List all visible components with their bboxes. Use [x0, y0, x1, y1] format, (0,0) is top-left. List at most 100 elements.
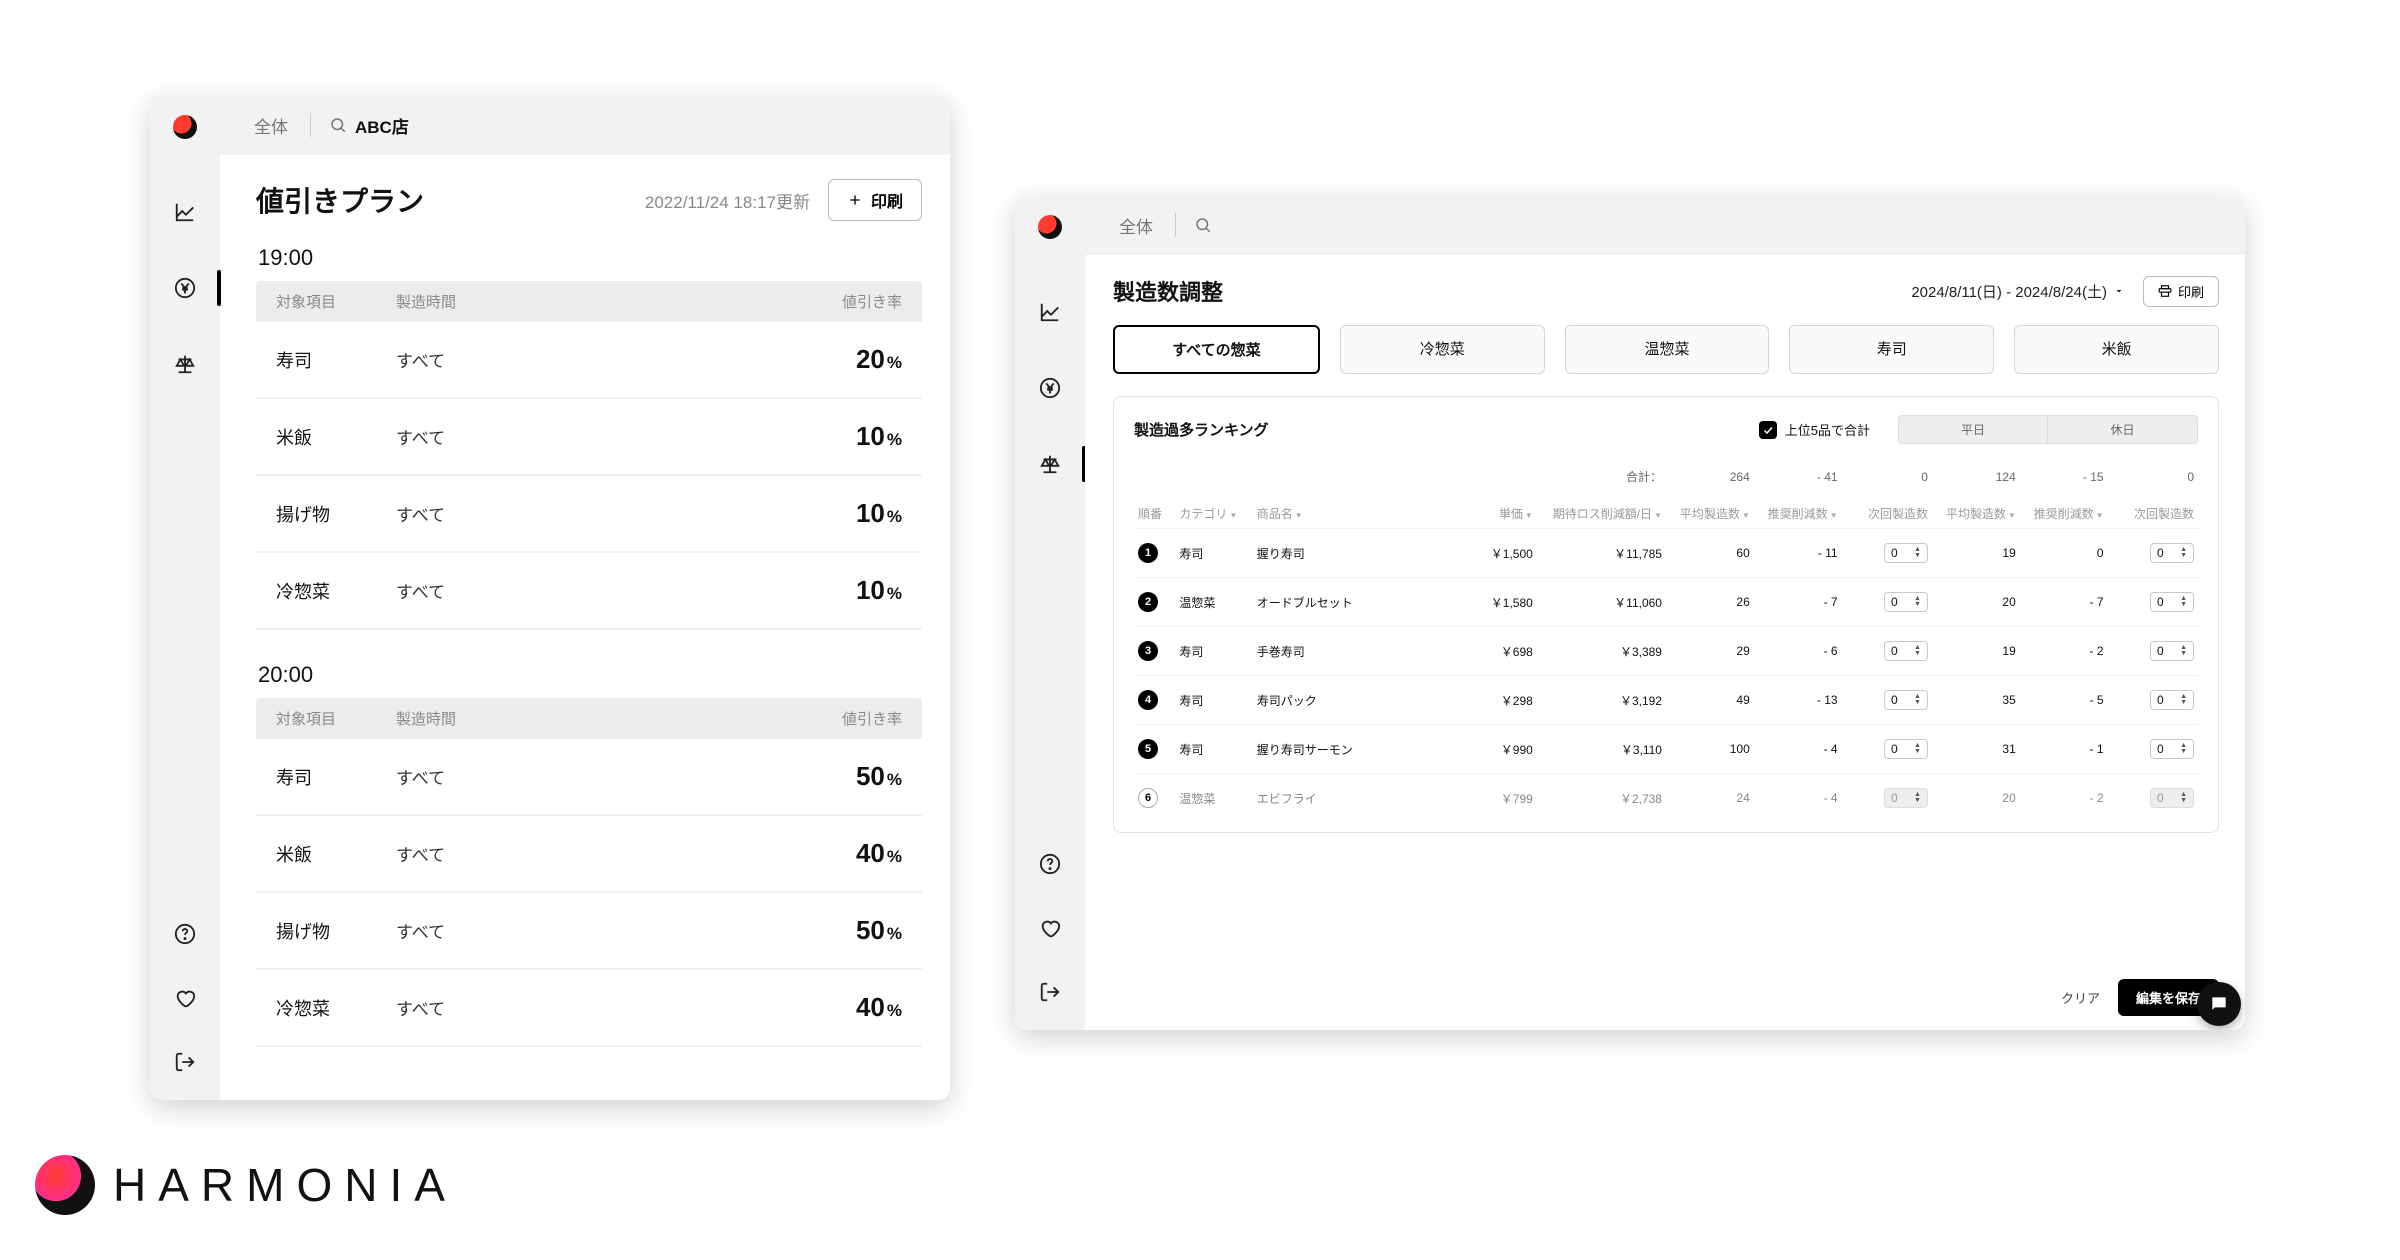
card-title: 製造過多ランキング — [1134, 419, 1269, 440]
cell-avg2: 20 — [1932, 774, 2020, 823]
discount-row[interactable]: 冷惣菜すべて40% — [256, 970, 922, 1047]
nav-yen[interactable] — [150, 270, 220, 306]
cell-rank: 5 — [1134, 725, 1175, 774]
discount-row[interactable]: 寿司すべて20% — [256, 322, 922, 399]
nav-favorite[interactable] — [1039, 910, 1061, 946]
col-name[interactable]: 商品名▼ — [1253, 499, 1447, 529]
cell-avg2: 19 — [1932, 627, 2020, 676]
col-next2[interactable]: 次回製造数 — [2108, 499, 2198, 529]
search-icon[interactable] — [1194, 216, 1212, 234]
cell-name: 握り寿司サーモン — [1253, 725, 1447, 774]
sum-e: - 15 — [2020, 454, 2108, 499]
cell-category: 温惣菜 — [1175, 578, 1252, 627]
cell-next2[interactable]: 0▲▼ — [2108, 578, 2198, 627]
col-category[interactable]: カテゴリ▼ — [1175, 499, 1252, 529]
cell-price: ￥990 — [1446, 725, 1536, 774]
tab-2[interactable]: 温惣菜 — [1565, 325, 1770, 374]
cell-name: 手巻寿司 — [1253, 627, 1447, 676]
chat-fab[interactable] — [2197, 982, 2241, 1026]
nav-balance[interactable] — [150, 346, 220, 382]
main-area: 全体 製造数調整 2024/8/11(日) - 2024/8/24(土) 印刷 … — [1085, 195, 2245, 1030]
tab-1[interactable]: 冷惣菜 — [1340, 325, 1545, 374]
content: 値引きプラン 2022/11/24 18:17更新 印刷 19:00対象項目製造… — [220, 155, 950, 1100]
col-next1[interactable]: 次回製造数 — [1842, 499, 1932, 529]
nav-yen[interactable] — [1015, 370, 1085, 406]
nav-logout[interactable] — [174, 1044, 196, 1080]
cell-next1[interactable]: 0▲▼ — [1842, 529, 1932, 578]
cell-next2[interactable]: 0▲▼ — [2108, 529, 2198, 578]
cell-next2[interactable]: 0▲▼ — [2108, 725, 2198, 774]
cell-avg1: 60 — [1666, 529, 1754, 578]
cell-category: 寿司 — [1175, 676, 1252, 725]
cell-next2[interactable]: 0▲▼ — [2108, 676, 2198, 725]
sum-c: 0 — [1842, 454, 1932, 499]
sum-d: 124 — [1932, 454, 2020, 499]
discount-row[interactable]: 冷惣菜すべて10% — [256, 553, 922, 630]
print-button[interactable]: 印刷 — [2143, 276, 2219, 307]
discount-row[interactable]: 米飯すべて10% — [256, 399, 922, 476]
discount-row[interactable]: 揚げ物すべて50% — [256, 893, 922, 970]
col-loss[interactable]: 期待ロス削減額/日▼ — [1537, 499, 1666, 529]
item-rate: 10% — [792, 498, 902, 529]
balance-scale-icon — [174, 353, 196, 375]
search-icon[interactable] — [329, 116, 347, 134]
app-logo-icon — [173, 115, 197, 139]
tab-4[interactable]: 米飯 — [2014, 325, 2219, 374]
date-range-picker[interactable]: 2024/8/11(日) - 2024/8/24(土) — [1911, 281, 2125, 302]
nav-analytics[interactable] — [1015, 294, 1085, 330]
cell-next1[interactable]: 0▲▼ — [1842, 627, 1932, 676]
col-avg2[interactable]: 平均製造数▼ — [1932, 499, 2020, 529]
nav-analytics[interactable] — [150, 194, 220, 230]
time-label: 19:00 — [258, 245, 922, 271]
breadcrumb-all[interactable]: 全体 — [1119, 213, 1153, 238]
brand-logo: HARMONIA — [35, 1155, 457, 1215]
cell-loss: ￥3,110 — [1537, 725, 1666, 774]
seg-weekday[interactable]: 平日 — [1898, 415, 2048, 444]
cell-next1[interactable]: 0▲▼ — [1842, 725, 1932, 774]
sum-f: 0 — [2108, 454, 2198, 499]
seg-holiday[interactable]: 休日 — [2048, 415, 2198, 444]
cell-next2[interactable]: 0▲▼ — [2108, 774, 2198, 823]
clear-button[interactable]: クリア — [2061, 988, 2100, 1007]
plus-icon — [847, 192, 863, 208]
tab-3[interactable]: 寿司 — [1789, 325, 1994, 374]
print-button[interactable]: 印刷 — [828, 179, 922, 221]
discount-row[interactable]: 寿司すべて50% — [256, 739, 922, 816]
tab-0[interactable]: すべての惣菜 — [1113, 325, 1320, 374]
breadcrumb-all[interactable]: 全体 — [254, 113, 288, 138]
col-rank[interactable]: 順番 — [1134, 499, 1175, 529]
nav-balance[interactable] — [1015, 446, 1085, 482]
discount-row[interactable]: 米飯すべて40% — [256, 816, 922, 893]
top5-checkbox[interactable] — [1759, 421, 1777, 439]
col-rec1[interactable]: 推奨削減数▼ — [1754, 499, 1842, 529]
cell-price: ￥298 — [1446, 676, 1536, 725]
cell-next2[interactable]: 0▲▼ — [2108, 627, 2198, 676]
nav-logout[interactable] — [1039, 974, 1061, 1010]
cell-next1[interactable]: 0▲▼ — [1842, 774, 1932, 823]
item-time: すべて — [396, 764, 792, 789]
cell-avg1: 100 — [1666, 725, 1754, 774]
col-avg1[interactable]: 平均製造数▼ — [1666, 499, 1754, 529]
time-label: 20:00 — [258, 662, 922, 688]
item-time: すべて — [396, 424, 792, 449]
col-rec2[interactable]: 推奨削減数▼ — [2020, 499, 2108, 529]
yen-circle-icon — [1039, 377, 1061, 399]
cell-price: ￥799 — [1446, 774, 1536, 823]
question-circle-icon — [1039, 853, 1061, 875]
discount-row[interactable]: 揚げ物すべて10% — [256, 476, 922, 553]
page-title: 値引きプラン — [256, 180, 424, 220]
sidebar — [150, 95, 220, 1100]
cell-rec2: - 2 — [2020, 627, 2108, 676]
cell-next1[interactable]: 0▲▼ — [1842, 578, 1932, 627]
col-price[interactable]: 単価▼ — [1446, 499, 1536, 529]
nav-help[interactable] — [1039, 846, 1061, 882]
yen-circle-icon — [174, 277, 196, 299]
cell-rank: 1 — [1134, 529, 1175, 578]
nav-favorite[interactable] — [174, 980, 196, 1016]
cell-name: エビフライ — [1253, 774, 1447, 823]
item-rate: 50% — [792, 915, 902, 946]
cell-next1[interactable]: 0▲▼ — [1842, 676, 1932, 725]
cell-rank: 2 — [1134, 578, 1175, 627]
nav-help[interactable] — [174, 916, 196, 952]
topbar: 全体 — [1085, 195, 2245, 255]
